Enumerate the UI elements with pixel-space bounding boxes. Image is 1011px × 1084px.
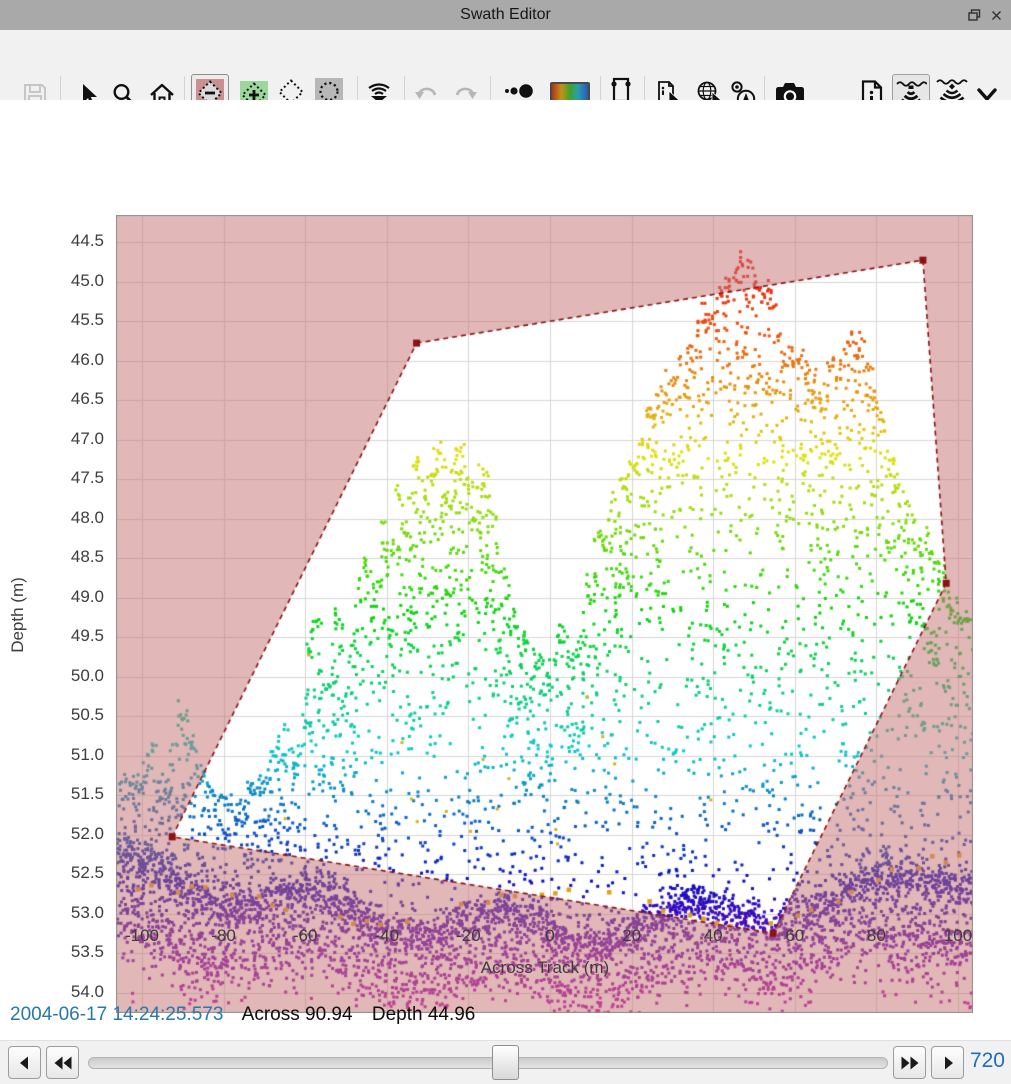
previous-ping-button[interactable] bbox=[8, 1046, 41, 1079]
y-tick-label: 52.5 bbox=[34, 863, 104, 883]
window-title: Swath Editor bbox=[460, 6, 551, 24]
swath-editor-window: Swath Editor bbox=[0, 0, 1011, 1084]
status-line: 2004-06-17 14:24:25.573 Across 90.94 Dep… bbox=[10, 1004, 475, 1026]
x-tick-label: 80 bbox=[846, 926, 906, 946]
swath-plot-area: 44.5 45.0 45.5 46.0 46.5 47.0 47.5 48.0 48.5 49.0… bbox=[0, 100, 1011, 1000]
ping-number: 720 bbox=[970, 1049, 1005, 1073]
step-back-icon bbox=[16, 1054, 34, 1072]
y-tick-label: 46.5 bbox=[34, 389, 104, 409]
y-tick-label: 45.0 bbox=[34, 271, 104, 291]
fast-forward-icon bbox=[899, 1054, 921, 1072]
y-tick-label: 50.0 bbox=[34, 666, 104, 686]
depth-label: Depth bbox=[372, 1004, 423, 1025]
fast-back-icon bbox=[52, 1054, 74, 1072]
ping-slider-handle[interactable] bbox=[492, 1045, 519, 1080]
y-tick-label: 47.5 bbox=[34, 468, 104, 488]
toolbar bbox=[0, 30, 1011, 100]
x-tick-label: -40 bbox=[357, 926, 417, 946]
x-tick-label: -100 bbox=[112, 926, 172, 946]
y-tick-label: 50.5 bbox=[34, 705, 104, 725]
x-tick-label: -60 bbox=[275, 926, 335, 946]
x-axis-title: Across Track (m) bbox=[380, 958, 710, 978]
fast-back-button[interactable] bbox=[46, 1046, 79, 1079]
ping-slider-track[interactable] bbox=[88, 1057, 888, 1069]
x-tick-label: -20 bbox=[438, 926, 498, 946]
y-tick-label: 48.0 bbox=[34, 508, 104, 528]
fast-forward-button[interactable] bbox=[893, 1046, 926, 1079]
y-tick-label: 46.0 bbox=[34, 350, 104, 370]
y-tick-label: 51.5 bbox=[34, 784, 104, 804]
step-forward-icon bbox=[939, 1054, 957, 1072]
depth-value: 44.96 bbox=[428, 1004, 476, 1025]
ping-navigation-bar: 720 bbox=[0, 1040, 1011, 1084]
x-tick-label: 100 bbox=[928, 926, 988, 946]
ping-timestamp: 2004-06-17 14:24:25.573 bbox=[10, 1004, 223, 1025]
y-tick-label: 49.5 bbox=[34, 626, 104, 646]
y-tick-label: 48.5 bbox=[34, 547, 104, 567]
next-ping-button[interactable] bbox=[931, 1046, 964, 1079]
y-tick-label: 52.0 bbox=[34, 824, 104, 844]
float-window-icon[interactable] bbox=[965, 7, 983, 23]
y-tick-label: 53.5 bbox=[34, 942, 104, 962]
y-tick-label: 47.0 bbox=[34, 429, 104, 449]
close-icon[interactable] bbox=[987, 7, 1005, 23]
y-tick-label: 49.0 bbox=[34, 587, 104, 607]
x-tick-label: 60 bbox=[765, 926, 825, 946]
y-tick-label: 53.0 bbox=[34, 903, 104, 923]
y-tick-label: 54.0 bbox=[34, 982, 104, 1002]
title-bar[interactable]: Swath Editor bbox=[0, 0, 1011, 30]
y-tick-label: 45.5 bbox=[34, 310, 104, 330]
across-value: 90.94 bbox=[305, 1004, 353, 1025]
across-label: Across bbox=[242, 1004, 300, 1025]
x-tick-label: 40 bbox=[683, 926, 743, 946]
x-tick-label: 20 bbox=[602, 926, 662, 946]
y-tick-label: 44.5 bbox=[34, 231, 104, 251]
x-tick-label: -80 bbox=[194, 926, 254, 946]
swath-canvas[interactable] bbox=[116, 215, 973, 1013]
x-tick-label: 0 bbox=[520, 926, 580, 946]
y-axis-title: Depth (m) bbox=[8, 535, 28, 695]
y-tick-label: 51.0 bbox=[34, 745, 104, 765]
